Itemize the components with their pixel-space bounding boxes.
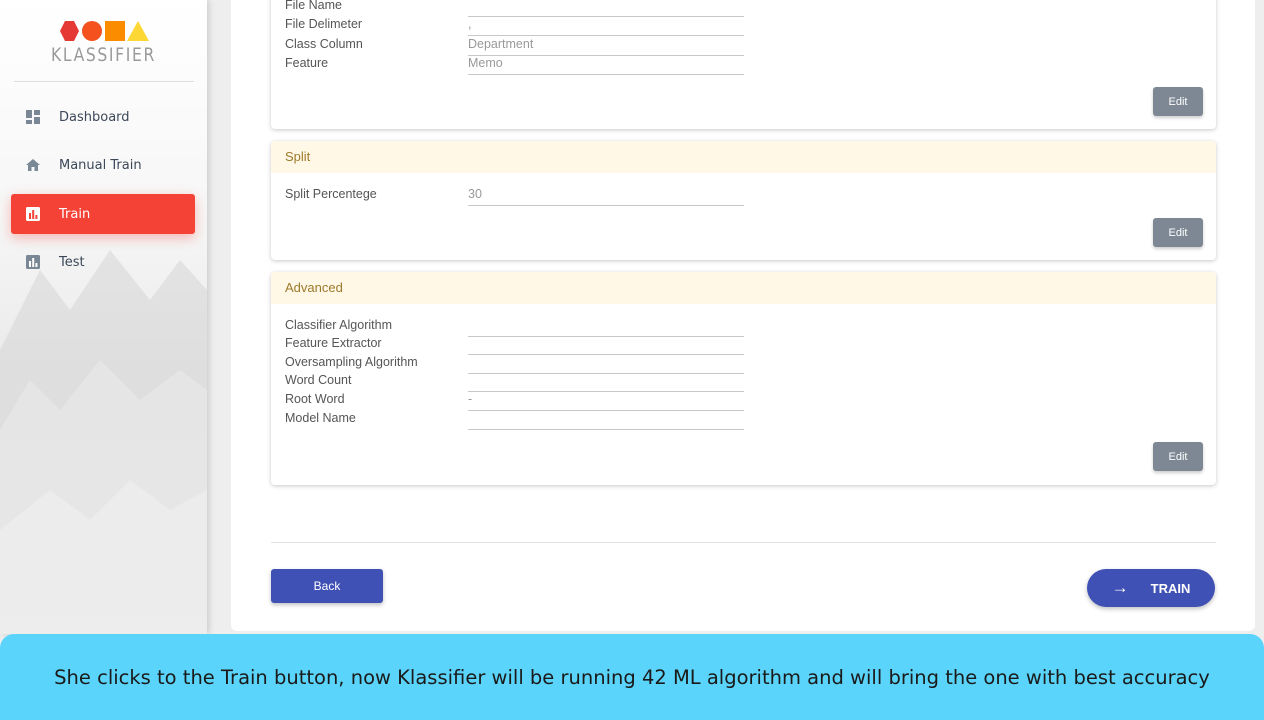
class-column-input[interactable]: Department [468,37,744,56]
bar-chart-icon [26,255,40,269]
file-delimeter-input[interactable]: , [468,17,744,36]
split-percentege-input[interactable]: 30 [468,187,744,206]
sidebar: KLASSIFIER Dashboard Manual Train Train … [0,0,207,634]
bar-chart-icon [26,207,40,221]
field-label: Feature Extractor [285,336,382,350]
field-split-percentege: Split Percentege 30 [285,187,745,206]
train-button-label: TRAIN [1150,580,1191,596]
sidebar-item-label: Test [59,254,85,270]
field-oversampling-algorithm: Oversampling Algorithm [285,355,745,374]
sidebar-divider [14,81,194,82]
field-label: Root Word [285,392,345,406]
field-label: Class Column [285,37,363,51]
caption-bar: She clicks to the Train button, now Klas… [0,634,1264,720]
field-model-name: Model Name [285,411,745,430]
advanced-edit-button[interactable]: Edit [1153,442,1203,471]
sidebar-item-label: Train [59,206,91,222]
split-edit-button[interactable]: Edit [1153,218,1203,247]
train-button[interactable]: → TRAIN [1087,569,1215,607]
field-label: Classifier Algorithm [285,318,392,332]
arrow-right-icon: → [1111,578,1129,597]
field-label: File Delimeter [285,17,363,31]
field-class-column: Class Column Department [285,37,745,56]
field-file-name: File Name [285,0,745,17]
field-label: Split Percentege [285,187,377,201]
field-label: Word Count [285,373,352,387]
advanced-card-title: Advanced [271,272,1216,304]
file-edit-button[interactable]: Edit [1153,87,1203,116]
sidebar-item-dashboard[interactable]: Dashboard [11,97,195,137]
model-name-input[interactable] [468,411,744,430]
split-card: Split Split Percentege 30 Edit [271,141,1216,260]
field-feature-extractor: Feature Extractor [285,336,745,355]
field-label: Feature [285,56,329,70]
classifier-algorithm-input[interactable] [468,318,744,337]
logo-shapes-icon [59,20,149,42]
sidebar-item-train[interactable]: Train [11,194,195,234]
file-card: File Name File Delimeter , Class Column … [271,0,1216,129]
sidebar-item-manual-train[interactable]: Manual Train [11,145,195,185]
oversampling-algorithm-input[interactable] [468,355,744,374]
field-feature: Feature Memo [285,56,745,75]
caption-text: She clicks to the Train button, now Klas… [54,665,1210,689]
dashboard-icon [26,110,40,124]
sidebar-item-label: Manual Train [59,157,142,173]
brand-name: KLASSIFIER [51,44,156,66]
field-label: Model Name [285,411,356,425]
advanced-card: Advanced Classifier Algorithm Feature Ex… [271,272,1216,485]
field-classifier-algorithm: Classifier Algorithm [285,318,745,337]
brand-logo[interactable]: KLASSIFIER [0,20,207,80]
home-icon [26,158,40,172]
sidebar-item-label: Dashboard [59,109,130,125]
feature-extractor-input[interactable] [468,336,744,355]
file-name-input[interactable] [468,0,744,17]
field-label: Oversampling Algorithm [285,355,418,369]
back-button[interactable]: Back [271,569,383,603]
feature-input[interactable]: Memo [468,56,744,75]
sidebar-background-image [0,250,207,634]
main-content: File Name File Delimeter , Class Column … [231,0,1255,631]
field-file-delimeter: File Delimeter , [285,17,745,36]
root-word-input[interactable]: - [468,392,744,411]
word-count-input[interactable] [468,373,744,392]
field-label: File Name [285,0,342,12]
sidebar-item-test[interactable]: Test [11,242,195,282]
footer-divider [271,542,1216,543]
field-word-count: Word Count [285,373,745,392]
split-card-title: Split [271,141,1216,173]
field-root-word: Root Word - [285,392,745,411]
